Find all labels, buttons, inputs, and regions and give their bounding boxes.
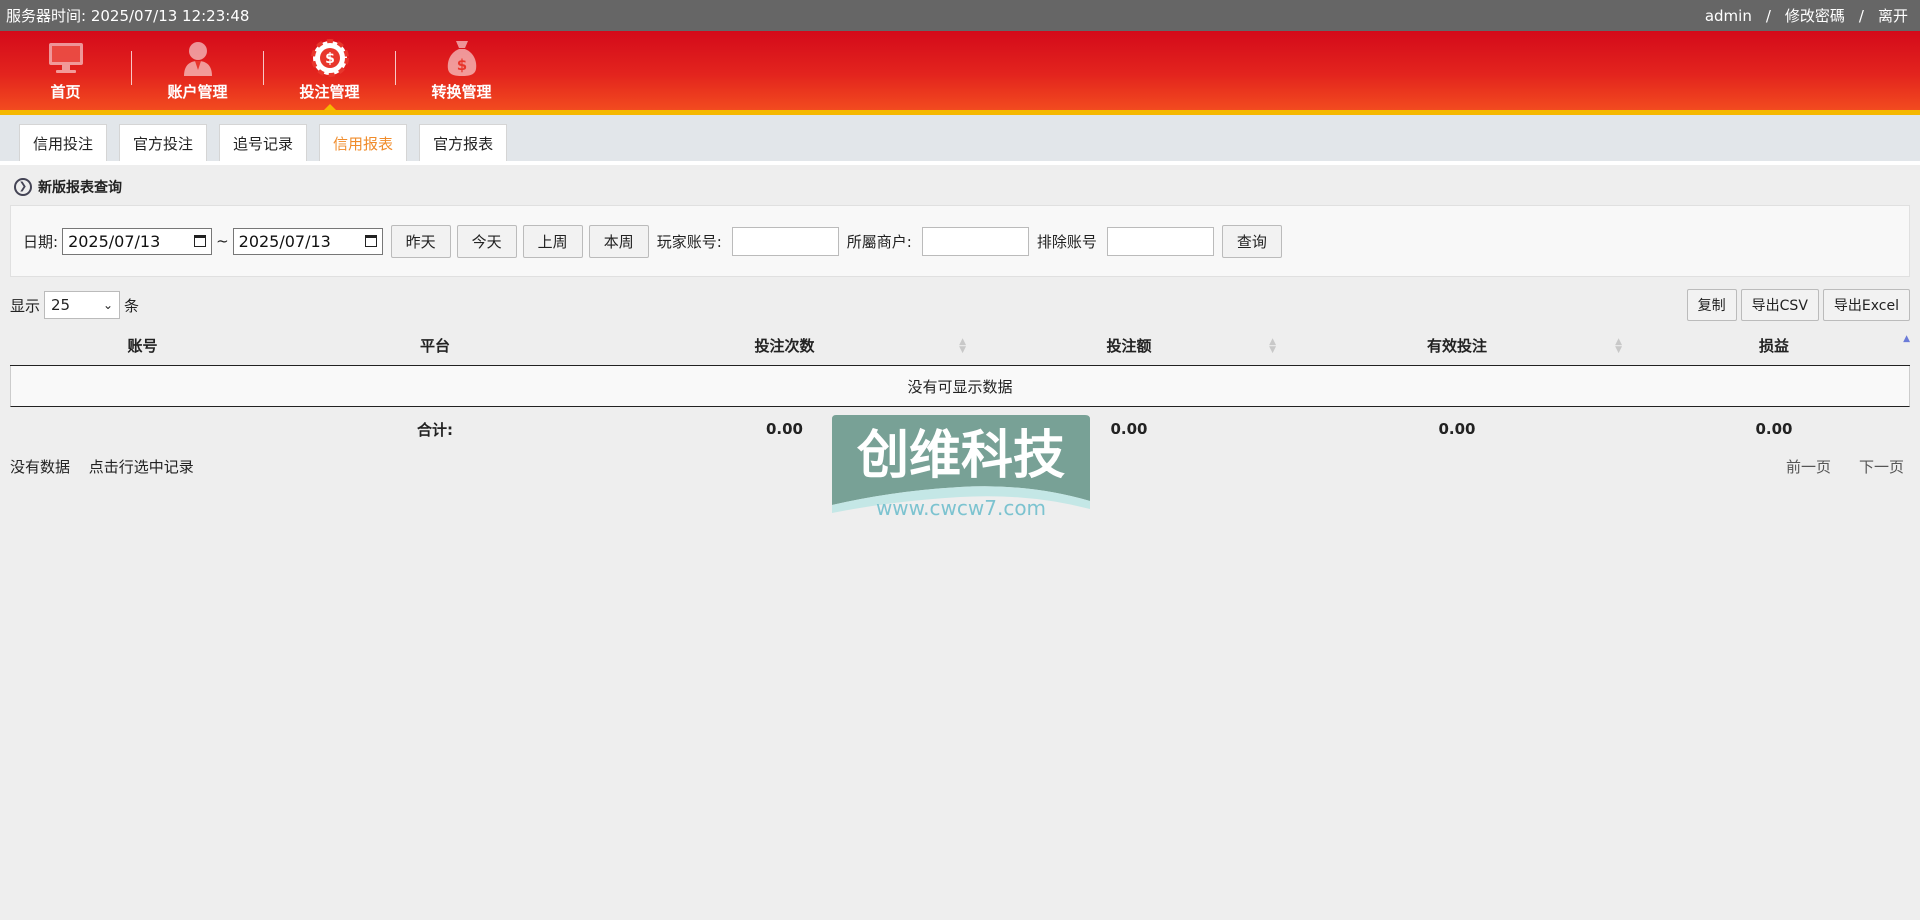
calendar-icon[interactable] <box>364 235 377 247</box>
last-week-button[interactable]: 上周 <box>522 224 583 258</box>
calendar-icon[interactable] <box>194 235 207 247</box>
copy-button[interactable]: 复制 <box>1686 289 1737 321</box>
date-to-input[interactable]: 2025/07/13 <box>232 227 383 255</box>
show-label: 显示 <box>10 296 41 315</box>
sort-asc-icon[interactable]: ▲ <box>1903 335 1910 344</box>
user-menu: admin / 修改密碼 / 离开 <box>1705 5 1908 26</box>
username: admin <box>1704 6 1752 25</box>
chevron-down-icon: ⌄ <box>102 298 114 312</box>
pagination: 前一页 下一页 <box>1786 456 1910 477</box>
query-button[interactable]: 查询 <box>1221 224 1282 258</box>
exclude-account-label: 排除账号 <box>1036 232 1097 251</box>
col-header-label: 投注额 <box>1106 337 1152 355</box>
date-to-value: 2025/07/13 <box>238 231 331 251</box>
nav-label: 投注管理 <box>299 83 360 101</box>
separator: / <box>1858 6 1864 25</box>
export-excel-button[interactable]: 导出Excel <box>1822 289 1910 321</box>
page-size-select[interactable]: 25 ⌄ <box>44 291 121 319</box>
today-button[interactable]: 今天 <box>456 224 517 258</box>
filter-panel: 日期: 2025/07/13 ~ 2025/07/13 昨天 今天 上周 本周 … <box>10 205 1910 277</box>
watermark-logo: 创维科技 www.cwcw7.com <box>828 413 1093 523</box>
player-account-input[interactable] <box>731 226 839 256</box>
nav-label: 转换管理 <box>431 83 492 101</box>
player-account-label: 玩家账号: <box>656 232 722 251</box>
exclude-account-input[interactable] <box>1106 226 1214 256</box>
col-header-label: 损益 <box>1758 337 1789 355</box>
tab-credit-report[interactable]: 信用报表 <box>319 124 408 161</box>
col-header-profit-loss[interactable]: 损益 ▲ <box>1630 335 1918 356</box>
sub-tabs: 信用投注 官方投注 追号记录 信用报表 官方报表 <box>0 115 1920 165</box>
main-nav: 首页 账户管理 $ 投注管理 $ 转换管理 <box>0 31 1920 115</box>
rows-unit-label: 条 <box>124 296 140 315</box>
separator: / <box>1765 6 1771 25</box>
sort-icon[interactable]: ▲ ▼ <box>1615 337 1622 354</box>
logout-link[interactable]: 离开 <box>1878 5 1908 26</box>
section-title: ❯ 新版报表查询 <box>14 177 1920 197</box>
no-data-text: 没有数据 <box>10 457 71 476</box>
export-buttons: 复制 导出CSV 导出Excel <box>1686 289 1910 321</box>
watermark-title: 创维科技 <box>856 426 1065 486</box>
merchant-input[interactable] <box>921 226 1029 256</box>
this-week-button[interactable]: 本周 <box>588 224 649 258</box>
col-header-platform[interactable]: 平台 <box>275 335 595 356</box>
select-hint-text: 点击行选中记录 <box>88 457 194 476</box>
nav-item-account[interactable]: 账户管理 <box>132 31 263 110</box>
date-from-input[interactable]: 2025/07/13 <box>62 227 213 255</box>
top-bar: 服务器时间: 2025/07/13 12:23:48 admin / 修改密碼 … <box>0 0 1920 31</box>
date-label: 日期: <box>23 232 59 251</box>
col-header-bet-amount[interactable]: 投注额 ▲ ▼ <box>974 335 1284 356</box>
tab-official-report[interactable]: 官方报表 <box>419 124 508 161</box>
col-header-account[interactable]: 账号 <box>10 335 275 356</box>
svg-text:$: $ <box>456 56 466 74</box>
table-header: 账号 平台 投注次数 ▲ ▼ 投注额 ▲ ▼ 有效投注 ▲ ▼ 损益 ▲ <box>10 326 1910 366</box>
casino-chip-icon: $ <box>310 39 349 77</box>
yesterday-button[interactable]: 昨天 <box>390 224 451 258</box>
page-length-control: 显示 25 ⌄ 条 <box>10 291 139 319</box>
merchant-label: 所屬商户: <box>846 232 912 251</box>
date-from-value: 2025/07/13 <box>68 231 161 251</box>
section-title-text: 新版报表查询 <box>38 180 122 196</box>
col-header-label: 账号 <box>127 337 158 355</box>
date-range-separator: ~ <box>216 232 229 250</box>
col-header-label: 平台 <box>419 337 450 355</box>
nav-item-transfer[interactable]: $ 转换管理 <box>396 31 527 110</box>
footer-total-label: 合计: <box>417 420 453 439</box>
nav-label: 首页 <box>50 83 81 101</box>
server-time: 服务器时间: 2025/07/13 12:23:48 <box>6 7 250 25</box>
empty-row: 没有可显示数据 <box>10 366 1910 407</box>
next-page-button[interactable]: 下一页 <box>1859 456 1904 477</box>
svg-text:$: $ <box>325 51 335 67</box>
col-header-label: 有效投注 <box>1426 337 1487 355</box>
sort-icon[interactable]: ▲ ▼ <box>959 337 966 354</box>
nav-label: 账户管理 <box>167 83 228 101</box>
table-info: 没有数据 点击行选中记录 <box>10 456 208 477</box>
col-header-label: 投注次数 <box>754 337 815 355</box>
chevron-right-circle-icon: ❯ <box>14 178 32 196</box>
col-header-bet-count[interactable]: 投注次数 ▲ ▼ <box>595 335 974 356</box>
tab-credit-bets[interactable]: 信用投注 <box>19 124 108 161</box>
tab-chase-records[interactable]: 追号记录 <box>219 124 308 161</box>
export-csv-button[interactable]: 导出CSV <box>1740 289 1819 321</box>
monitor-icon <box>47 39 85 77</box>
user-icon <box>181 39 215 77</box>
nav-item-home[interactable]: 首页 <box>0 31 131 110</box>
table-toolbar: 显示 25 ⌄ 条 复制 导出CSV 导出Excel <box>10 289 1910 321</box>
footer-profit-loss-total: 0.00 <box>1755 420 1793 438</box>
watermark-url: www.cwcw7.com <box>876 496 1046 520</box>
col-header-valid-bet[interactable]: 有效投注 ▲ ▼ <box>1284 335 1630 356</box>
page-size-value: 25 <box>51 296 71 314</box>
nav-item-bets[interactable]: $ 投注管理 <box>264 31 395 110</box>
tab-official-bets[interactable]: 官方投注 <box>119 124 208 161</box>
change-password-link[interactable]: 修改密碼 <box>1785 5 1845 26</box>
sort-icon[interactable]: ▲ ▼ <box>1269 337 1276 354</box>
footer-valid-bet-total: 0.00 <box>1438 420 1476 438</box>
prev-page-button[interactable]: 前一页 <box>1786 456 1831 477</box>
money-bag-icon: $ <box>445 39 479 77</box>
